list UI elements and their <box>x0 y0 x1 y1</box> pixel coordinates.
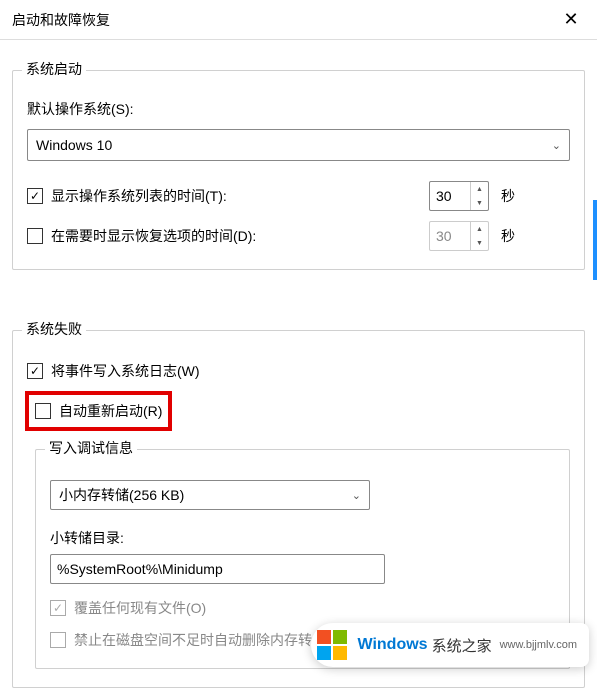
overwrite-checkbox: ✓ <box>50 600 66 616</box>
write-event-label: 将事件写入系统日志(W) <box>51 361 200 381</box>
spinner-down-icon: ▼ <box>471 236 488 250</box>
dump-dir-input[interactable]: %SystemRoot%\Minidump <box>50 554 385 584</box>
check-icon: ✓ <box>30 365 40 377</box>
dump-type-value: 小内存转储(256 KB) <box>59 485 184 505</box>
show-os-list-seconds-value: 30 <box>430 182 470 210</box>
disable-low-disk-label: 禁止在磁盘空间不足时自动删除内存转储(A) <box>74 630 345 650</box>
spinner-arrows: ▲ ▼ <box>470 182 488 210</box>
window-title: 启动和故障恢复 <box>12 10 110 30</box>
write-event-checkbox[interactable]: ✓ <box>27 363 43 379</box>
decorative-edge <box>593 200 597 280</box>
show-os-list-checkbox[interactable]: ✓ <box>27 188 43 204</box>
windows-logo-icon <box>317 630 347 660</box>
spinner-up-icon: ▲ <box>471 222 488 236</box>
system-startup-title: 系统启动 <box>22 59 86 79</box>
close-button[interactable]: ✕ <box>557 6 585 34</box>
close-icon: ✕ <box>563 9 578 30</box>
titlebar: 启动和故障恢复 ✕ <box>0 0 597 40</box>
chevron-down-icon: ⌄ <box>552 139 561 152</box>
auto-restart-checkbox[interactable] <box>35 403 51 419</box>
spinner-down-icon[interactable]: ▼ <box>471 196 488 210</box>
spinner-up-icon[interactable]: ▲ <box>471 182 488 196</box>
dump-dir-value: %SystemRoot%\Minidump <box>57 561 223 577</box>
debug-info-title: 写入调试信息 <box>45 438 137 458</box>
default-os-select[interactable]: Windows 10 ⌄ <box>27 129 570 161</box>
spinner-arrows: ▲ ▼ <box>470 222 488 250</box>
watermark-brand2: 系统之家 <box>432 635 492 656</box>
default-os-label: 默认操作系统(S): <box>27 99 570 119</box>
auto-restart-highlight: 自动重新启动(R) <box>25 391 172 431</box>
chevron-down-icon: ⌄ <box>352 489 361 502</box>
show-recovery-seconds-value: 30 <box>430 222 470 250</box>
system-startup-group: 系统启动 默认操作系统(S): Windows 10 ⌄ ✓ 显示操作系统列表的… <box>12 70 585 270</box>
show-recovery-row: 在需要时显示恢复选项的时间(D): 30 ▲ ▼ 秒 <box>27 221 570 251</box>
overwrite-row: ✓ 覆盖任何现有文件(O) <box>50 598 555 618</box>
show-os-list-label: 显示操作系统列表的时间(T): <box>51 186 227 206</box>
content-area: 系统启动 默认操作系统(S): Windows 10 ⌄ ✓ 显示操作系统列表的… <box>0 40 597 698</box>
show-recovery-seconds-spinner: 30 ▲ ▼ <box>429 221 489 251</box>
watermark: Windows 系统之家 www.bjjmlv.com <box>311 623 589 667</box>
system-failure-title: 系统失败 <box>22 319 86 339</box>
dump-dir-label: 小转储目录: <box>50 528 555 548</box>
seconds-unit: 秒 <box>501 186 515 206</box>
check-icon: ✓ <box>53 602 63 614</box>
disable-low-disk-checkbox <box>50 632 66 648</box>
show-recovery-checkbox[interactable] <box>27 228 43 244</box>
default-os-value: Windows 10 <box>36 137 112 153</box>
check-icon: ✓ <box>30 190 40 202</box>
watermark-brand1: Windows <box>357 636 427 654</box>
overwrite-label: 覆盖任何现有文件(O) <box>74 598 206 618</box>
show-os-list-row: ✓ 显示操作系统列表的时间(T): 30 ▲ ▼ 秒 <box>27 181 570 211</box>
seconds-unit: 秒 <box>501 226 515 246</box>
show-recovery-label: 在需要时显示恢复选项的时间(D): <box>51 226 256 246</box>
watermark-url: www.bjjmlv.com <box>500 639 577 651</box>
show-os-list-seconds-spinner[interactable]: 30 ▲ ▼ <box>429 181 489 211</box>
dump-type-select[interactable]: 小内存转储(256 KB) ⌄ <box>50 480 370 510</box>
auto-restart-label: 自动重新启动(R) <box>59 401 162 421</box>
write-event-row: ✓ 将事件写入系统日志(W) <box>27 361 570 381</box>
